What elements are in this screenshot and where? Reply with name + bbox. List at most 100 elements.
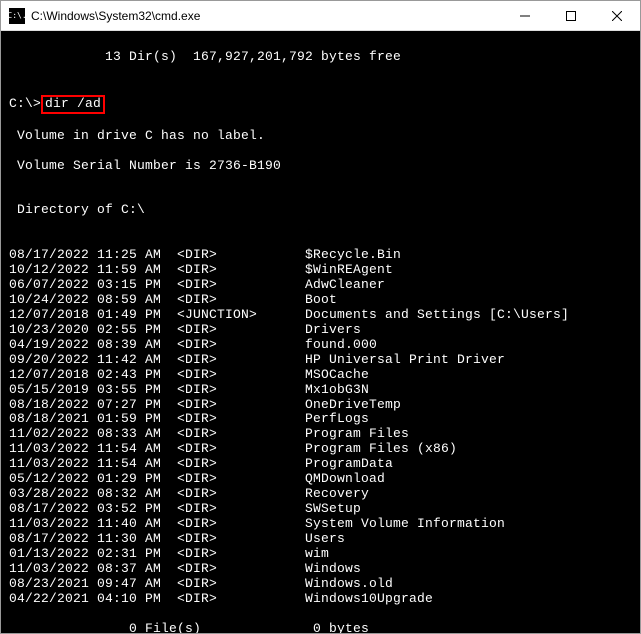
row-date: 01/13/2022 [9, 547, 97, 562]
row-name: QMDownload [305, 472, 632, 487]
row-name: PerfLogs [305, 412, 632, 427]
row-time: 03:15 PM [97, 278, 177, 293]
row-name: found.000 [305, 338, 632, 353]
row-name: MSOCache [305, 368, 632, 383]
row-time: 02:31 PM [97, 547, 177, 562]
row-date: 05/15/2019 [9, 383, 97, 398]
window-title: C:\Windows\System32\cmd.exe [31, 9, 502, 23]
console-area[interactable]: 13 Dir(s) 167,927,201,792 bytes free C:\… [1, 31, 640, 633]
row-type: <DIR> [177, 427, 305, 442]
row-time: 11:42 AM [97, 353, 177, 368]
row-name: Windows10Upgrade [305, 592, 632, 607]
row-type: <DIR> [177, 383, 305, 398]
row-date: 05/12/2022 [9, 472, 97, 487]
prompt-prefix: C:\> [9, 96, 41, 111]
row-type: <DIR> [177, 248, 305, 263]
listing-row: 08/17/202211:30 AM<DIR>Users [9, 532, 632, 547]
row-type: <DIR> [177, 442, 305, 457]
close-button[interactable] [594, 1, 640, 31]
row-name: Users [305, 532, 632, 547]
row-date: 11/03/2022 [9, 517, 97, 532]
listing-row: 05/15/201903:55 PM<DIR>Mx1obG3N [9, 383, 632, 398]
row-time: 11:40 AM [97, 517, 177, 532]
row-date: 08/18/2021 [9, 412, 97, 427]
row-time: 01:29 PM [97, 472, 177, 487]
row-name: $Recycle.Bin [305, 248, 632, 263]
listing-row: 08/17/202211:25 AM<DIR>$Recycle.Bin [9, 248, 632, 263]
close-icon [612, 11, 622, 21]
row-time: 01:49 PM [97, 308, 177, 323]
row-name: Drivers [305, 323, 632, 338]
row-type: <DIR> [177, 263, 305, 278]
row-date: 09/20/2022 [9, 353, 97, 368]
row-time: 01:59 PM [97, 412, 177, 427]
row-name: Recovery [305, 487, 632, 502]
row-time: 04:10 PM [97, 592, 177, 607]
row-time: 11:54 AM [97, 442, 177, 457]
row-date: 08/23/2021 [9, 577, 97, 592]
listing-row: 12/07/201801:49 PM<JUNCTION>Documents an… [9, 308, 632, 323]
row-type: <DIR> [177, 487, 305, 502]
row-name: Mx1obG3N [305, 383, 632, 398]
row-date: 08/17/2022 [9, 532, 97, 547]
listing-row: 09/20/202211:42 AM<DIR>HP Universal Prin… [9, 353, 632, 368]
row-time: 11:54 AM [97, 457, 177, 472]
row-name: HP Universal Print Driver [305, 353, 632, 368]
row-type: <DIR> [177, 398, 305, 413]
listing-rows: 08/17/202211:25 AM<DIR>$Recycle.Bin10/12… [9, 248, 632, 607]
row-name: SWSetup [305, 502, 632, 517]
row-time: 09:47 AM [97, 577, 177, 592]
row-time: 02:55 PM [97, 323, 177, 338]
listing-row: 04/19/202208:39 AM<DIR>found.000 [9, 338, 632, 353]
listing-row: 03/28/202208:32 AM<DIR>Recovery [9, 487, 632, 502]
row-type: <DIR> [177, 457, 305, 472]
row-date: 04/19/2022 [9, 338, 97, 353]
row-type: <DIR> [177, 577, 305, 592]
listing-row: 01/13/202202:31 PM<DIR>wim [9, 547, 632, 562]
row-type: <JUNCTION> [177, 308, 305, 323]
row-date: 11/03/2022 [9, 442, 97, 457]
directory-of-line: Directory of C:\ [9, 203, 632, 218]
row-date: 03/28/2022 [9, 487, 97, 502]
listing-row: 10/24/202208:59 AM<DIR>Boot [9, 293, 632, 308]
row-date: 11/03/2022 [9, 457, 97, 472]
row-type: <DIR> [177, 323, 305, 338]
row-name: AdwCleaner [305, 278, 632, 293]
maximize-button[interactable] [548, 1, 594, 31]
listing-row: 08/17/202203:52 PM<DIR>SWSetup [9, 502, 632, 517]
row-time: 08:32 AM [97, 487, 177, 502]
row-name: System Volume Information [305, 517, 632, 532]
row-date: 10/23/2020 [9, 323, 97, 338]
cmd-window: C:\. C:\Windows\System32\cmd.exe 13 Dir(… [0, 0, 641, 634]
listing-row: 04/22/202104:10 PM<DIR>Windows10Upgrade [9, 592, 632, 607]
minimize-button[interactable] [502, 1, 548, 31]
row-name: Documents and Settings [C:\Users] [305, 308, 632, 323]
row-name: ProgramData [305, 457, 632, 472]
row-time: 08:33 AM [97, 427, 177, 442]
row-type: <DIR> [177, 517, 305, 532]
serial-line: Volume Serial Number is 2736-B190 [9, 159, 632, 174]
row-time: 11:59 AM [97, 263, 177, 278]
row-date: 10/12/2022 [9, 263, 97, 278]
prev-summary-line: 13 Dir(s) 167,927,201,792 bytes free [9, 50, 632, 65]
row-name: Windows [305, 562, 632, 577]
titlebar: C:\. C:\Windows\System32\cmd.exe [1, 1, 640, 31]
row-time: 08:37 AM [97, 562, 177, 577]
row-name: Windows.old [305, 577, 632, 592]
prompt-line-1: C:\>dir /ad [9, 95, 632, 114]
listing-row: 05/12/202201:29 PM<DIR>QMDownload [9, 472, 632, 487]
maximize-icon [566, 11, 576, 21]
row-type: <DIR> [177, 562, 305, 577]
command-highlight: dir /ad [41, 95, 105, 114]
minimize-icon [520, 11, 530, 21]
row-time: 11:25 AM [97, 248, 177, 263]
listing-row: 11/02/202208:33 AM<DIR>Program Files [9, 427, 632, 442]
row-name: Program Files (x86) [305, 442, 632, 457]
row-name: OneDriveTemp [305, 398, 632, 413]
row-date: 08/17/2022 [9, 502, 97, 517]
row-name: Program Files [305, 427, 632, 442]
row-time: 02:43 PM [97, 368, 177, 383]
row-type: <DIR> [177, 592, 305, 607]
row-type: <DIR> [177, 368, 305, 383]
row-time: 11:30 AM [97, 532, 177, 547]
